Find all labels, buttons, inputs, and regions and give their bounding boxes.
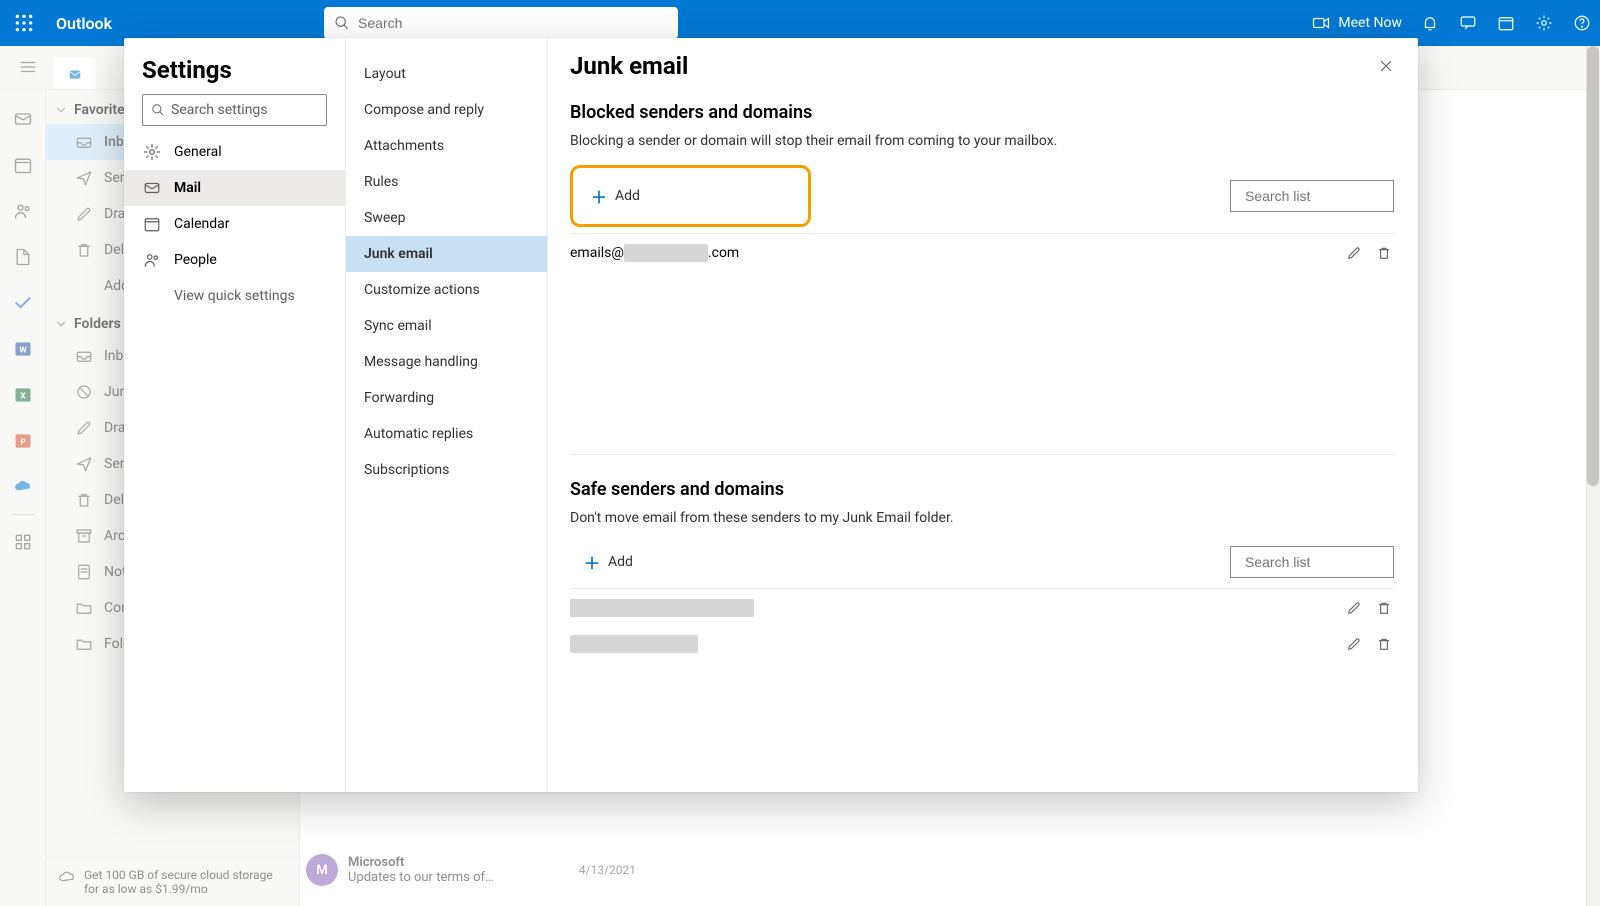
safe-search-list[interactable] bbox=[1230, 546, 1394, 578]
edit-icon[interactable] bbox=[1344, 243, 1364, 263]
safe-list-row bbox=[570, 589, 1394, 625]
global-search-input[interactable] bbox=[358, 15, 668, 31]
safe-desc: Don't move email from these senders to m… bbox=[570, 510, 1394, 526]
safe-add-button[interactable]: ＋ Add bbox=[570, 542, 647, 582]
category-automatic-replies[interactable]: Automatic replies bbox=[346, 416, 547, 452]
scrollbar-thumb[interactable] bbox=[1587, 46, 1599, 486]
settings-search[interactable]: Search settings bbox=[142, 94, 327, 126]
chat-icon[interactable] bbox=[1458, 13, 1478, 33]
app-launcher-icon[interactable] bbox=[8, 7, 40, 39]
category-rules[interactable]: Rules bbox=[346, 164, 547, 200]
category-layout[interactable]: Layout bbox=[346, 56, 547, 92]
blocked-desc: Blocking a sender or domain will stop th… bbox=[570, 133, 1394, 149]
settings-item-people[interactable]: People bbox=[124, 242, 345, 278]
category-compose-and-reply[interactable]: Compose and reply bbox=[346, 92, 547, 128]
mail-icon bbox=[142, 178, 162, 198]
plus-icon: ＋ bbox=[591, 184, 607, 208]
settings-item-general[interactable]: General bbox=[124, 134, 345, 170]
edit-icon[interactable] bbox=[1344, 634, 1364, 654]
safe-list-row bbox=[570, 625, 1394, 661]
edit-icon[interactable] bbox=[1344, 598, 1364, 618]
close-icon[interactable] bbox=[1372, 52, 1400, 80]
blocked-heading: Blocked senders and domains bbox=[570, 102, 1394, 123]
meet-now-label: Meet Now bbox=[1338, 15, 1402, 31]
safe-heading: Safe senders and domains bbox=[570, 479, 1394, 500]
delete-icon[interactable] bbox=[1374, 598, 1394, 618]
redacted-text bbox=[624, 244, 708, 262]
settings-icon[interactable] bbox=[1534, 13, 1554, 33]
redacted-text bbox=[570, 599, 754, 617]
category-forwarding[interactable]: Forwarding bbox=[346, 380, 547, 416]
safe-search-input[interactable] bbox=[1245, 554, 1418, 570]
category-junk-email[interactable]: Junk email bbox=[346, 236, 547, 272]
app-title: Outlook bbox=[56, 14, 112, 33]
settings-search-placeholder: Search settings bbox=[171, 102, 268, 118]
redacted-text bbox=[570, 635, 698, 653]
category-customize-actions[interactable]: Customize actions bbox=[346, 272, 547, 308]
settings-item-mail[interactable]: Mail bbox=[124, 170, 345, 206]
settings-item-label: People bbox=[174, 252, 217, 268]
category-attachments[interactable]: Attachments bbox=[346, 128, 547, 164]
settings-item-label: Calendar bbox=[174, 216, 230, 232]
blocked-list-row: emails@ .com bbox=[570, 234, 1394, 270]
meet-now-button[interactable]: Meet Now bbox=[1312, 14, 1402, 32]
safe-add-label: Add bbox=[608, 554, 633, 570]
blocked-add-label: Add bbox=[615, 188, 640, 204]
category-nav: LayoutCompose and replyAttachmentsRulesS… bbox=[346, 38, 548, 792]
notifications-icon[interactable] bbox=[1420, 13, 1440, 33]
gear-icon bbox=[142, 142, 162, 162]
safe-list bbox=[570, 588, 1394, 661]
delete-icon[interactable] bbox=[1374, 634, 1394, 654]
category-sweep[interactable]: Sweep bbox=[346, 200, 547, 236]
junk-email-pane: Junk email Blocked senders and domains B… bbox=[548, 38, 1418, 792]
blocked-add-button[interactable]: ＋ Add bbox=[570, 165, 811, 227]
category-sync-email[interactable]: Sync email bbox=[346, 308, 547, 344]
delete-icon[interactable] bbox=[1374, 243, 1394, 263]
calendar-icon bbox=[142, 214, 162, 234]
settings-title: Settings bbox=[124, 52, 345, 94]
blocked-search-input[interactable] bbox=[1245, 188, 1418, 204]
my-day-icon[interactable] bbox=[1496, 13, 1516, 33]
view-quick-settings-link[interactable]: View quick settings bbox=[124, 278, 345, 314]
blocked-list: emails@ .com bbox=[570, 233, 1394, 270]
plus-icon: ＋ bbox=[584, 550, 600, 574]
blocked-entry-prefix: emails@ bbox=[570, 245, 624, 261]
pane-title: Junk email bbox=[570, 52, 1394, 80]
blocked-search-list[interactable] bbox=[1230, 180, 1394, 212]
category-subscriptions[interactable]: Subscriptions bbox=[346, 452, 547, 488]
settings-item-calendar[interactable]: Calendar bbox=[124, 206, 345, 242]
category-message-handling[interactable]: Message handling bbox=[346, 344, 547, 380]
settings-item-label: General bbox=[174, 144, 222, 160]
settings-item-label: Mail bbox=[174, 180, 201, 196]
global-search[interactable] bbox=[324, 7, 678, 39]
blocked-entry-suffix: .com bbox=[708, 245, 739, 261]
people-icon bbox=[142, 250, 162, 270]
help-icon[interactable] bbox=[1572, 13, 1592, 33]
settings-modal: Settings Search settings General Mail Cale… bbox=[124, 38, 1418, 792]
settings-nav: Settings Search settings General Mail Cale… bbox=[124, 38, 346, 792]
